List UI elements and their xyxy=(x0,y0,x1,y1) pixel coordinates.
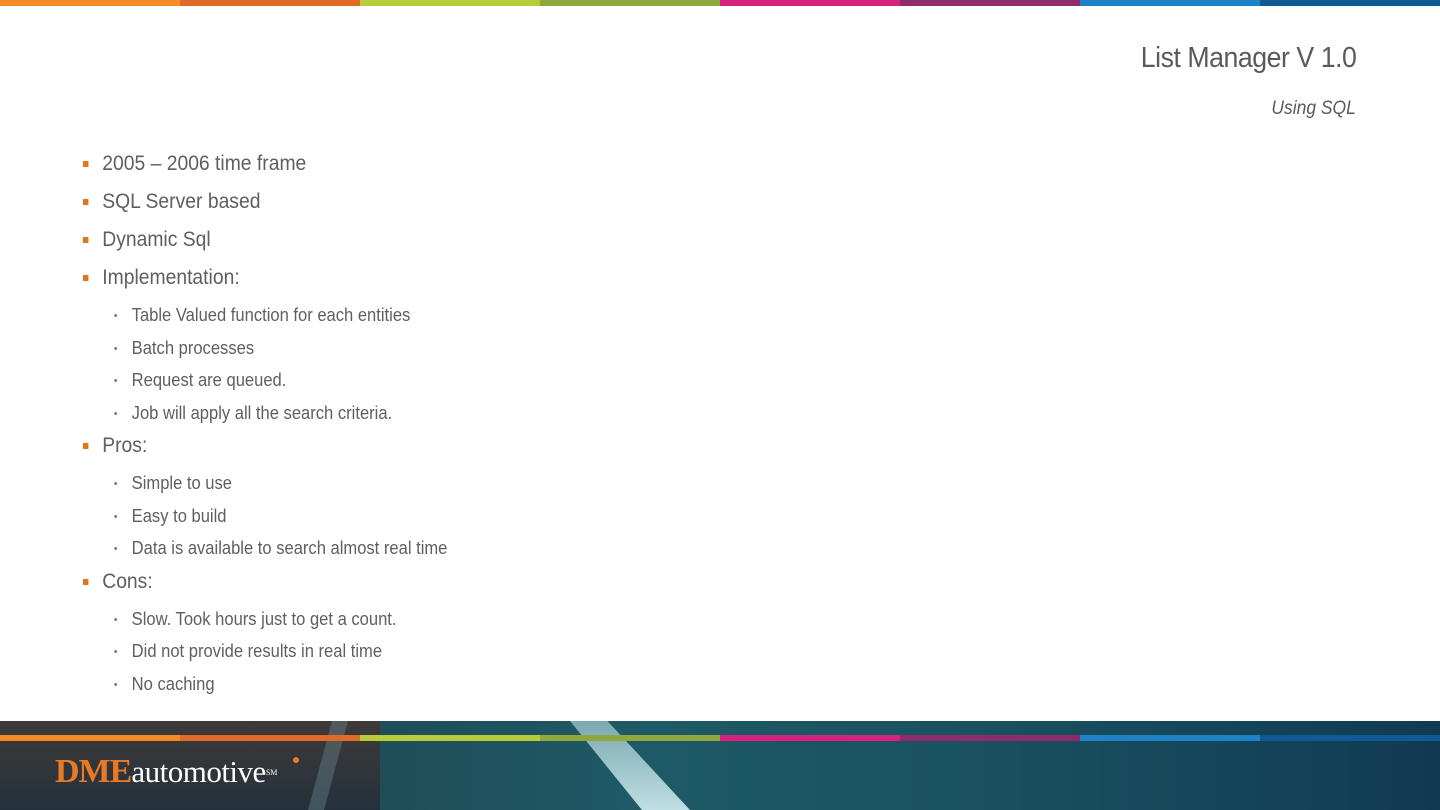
bullet-text: Easy to build xyxy=(131,505,227,526)
bullet-item: Dynamic Sql xyxy=(82,224,910,262)
sub-bullet-item: Table Valued function for each entities xyxy=(82,300,910,333)
stripe-segment xyxy=(720,0,900,6)
square-bullet-icon xyxy=(82,275,89,281)
square-bullet-icon xyxy=(82,237,89,243)
square-bullet-icon xyxy=(82,443,89,449)
bullet-item: Implementation: xyxy=(82,262,910,300)
sub-bullet-item: Slow. Took hours just to get a count. xyxy=(82,604,910,637)
slide-title: List Manager V 1.0 xyxy=(1140,42,1356,74)
bullet-text: Slow. Took hours just to get a count. xyxy=(131,608,397,629)
dot-bullet-icon xyxy=(114,682,117,686)
bullet-text: Dynamic Sql xyxy=(102,228,211,251)
bullet-text: Request are queued. xyxy=(131,370,287,390)
stripe-segment xyxy=(1260,735,1440,741)
sub-bullet-item: Did not provide results in real time xyxy=(82,636,910,669)
top-color-stripe xyxy=(0,0,1440,6)
sub-bullet-item: Easy to build xyxy=(82,501,910,534)
stripe-segment xyxy=(1260,0,1440,6)
bullet-item: Cons: xyxy=(82,566,910,604)
sub-bullet-item: Batch processes xyxy=(82,333,910,366)
sub-bullet-item: Data is available to search almost real … xyxy=(82,533,910,566)
bullet-text: SQL Server based xyxy=(102,190,261,213)
sub-bullet-item: Request are queued. xyxy=(82,365,910,398)
stripe-segment xyxy=(360,735,540,741)
bullet-text: 2005 – 2006 time frame xyxy=(102,152,307,175)
dme-automotive-logo: DMEautomotiveSM xyxy=(55,753,299,790)
dot-bullet-icon xyxy=(114,314,117,317)
dot-bullet-icon xyxy=(114,514,117,518)
bullet-text: No caching xyxy=(131,673,215,694)
stripe-segment xyxy=(180,735,360,741)
slide-subtitle: Using SQL xyxy=(1271,98,1356,119)
dot-bullet-icon xyxy=(114,482,117,485)
sub-bullet-item: No caching xyxy=(82,669,910,702)
bullet-text: Implementation: xyxy=(102,266,240,289)
bullet-text: Cons: xyxy=(102,569,153,593)
stripe-segment xyxy=(900,735,1080,741)
logo-dot-icon xyxy=(293,757,299,763)
logo-dme-text: DME xyxy=(55,753,132,790)
bullet-item: Pros: xyxy=(82,430,910,468)
dot-bullet-icon xyxy=(114,547,117,550)
footer-banner: DMEautomotiveSM xyxy=(0,721,1440,810)
dot-bullet-icon xyxy=(114,346,117,350)
stripe-segment xyxy=(540,735,720,741)
stripe-segment xyxy=(540,0,720,6)
stripe-segment xyxy=(1080,0,1260,6)
footer-color-stripe xyxy=(0,735,1440,741)
dot-bullet-icon xyxy=(114,411,117,415)
bullet-text: Job will apply all the search criteria. xyxy=(131,402,393,423)
bullet-text: Pros: xyxy=(102,434,148,457)
stripe-segment xyxy=(180,0,360,6)
dot-bullet-icon xyxy=(114,617,117,621)
bullet-text: Did not provide results in real time xyxy=(131,641,383,661)
stripe-segment xyxy=(360,0,540,6)
bullet-item: SQL Server based xyxy=(82,186,910,224)
bullet-item: 2005 – 2006 time frame xyxy=(82,148,910,186)
sub-bullet-item: Simple to use xyxy=(82,468,910,501)
sub-bullet-item: Job will apply all the search criteria. xyxy=(82,398,910,431)
dot-bullet-icon xyxy=(114,650,117,653)
dot-bullet-icon xyxy=(114,379,117,382)
square-bullet-icon xyxy=(82,199,89,205)
bullet-text: Simple to use xyxy=(131,473,233,493)
square-bullet-icon xyxy=(82,578,89,585)
stripe-segment xyxy=(0,735,180,741)
square-bullet-icon xyxy=(82,161,89,167)
bullet-text: Batch processes xyxy=(131,337,255,358)
logo-automotive-text: automotive xyxy=(131,754,266,789)
stripe-segment xyxy=(1080,735,1260,741)
logo-service-mark: SM xyxy=(265,768,278,777)
stripe-segment xyxy=(720,735,900,741)
stripe-segment xyxy=(900,0,1080,6)
bullet-text: Table Valued function for each entities xyxy=(131,305,411,325)
slide: List Manager V 1.0 Using SQL 2005 – 2006… xyxy=(0,0,1440,810)
stripe-segment xyxy=(0,0,180,6)
bullet-list: 2005 – 2006 time frame SQL Server based Dy… xyxy=(82,148,982,701)
bullet-text: Data is available to search almost real … xyxy=(131,538,448,558)
